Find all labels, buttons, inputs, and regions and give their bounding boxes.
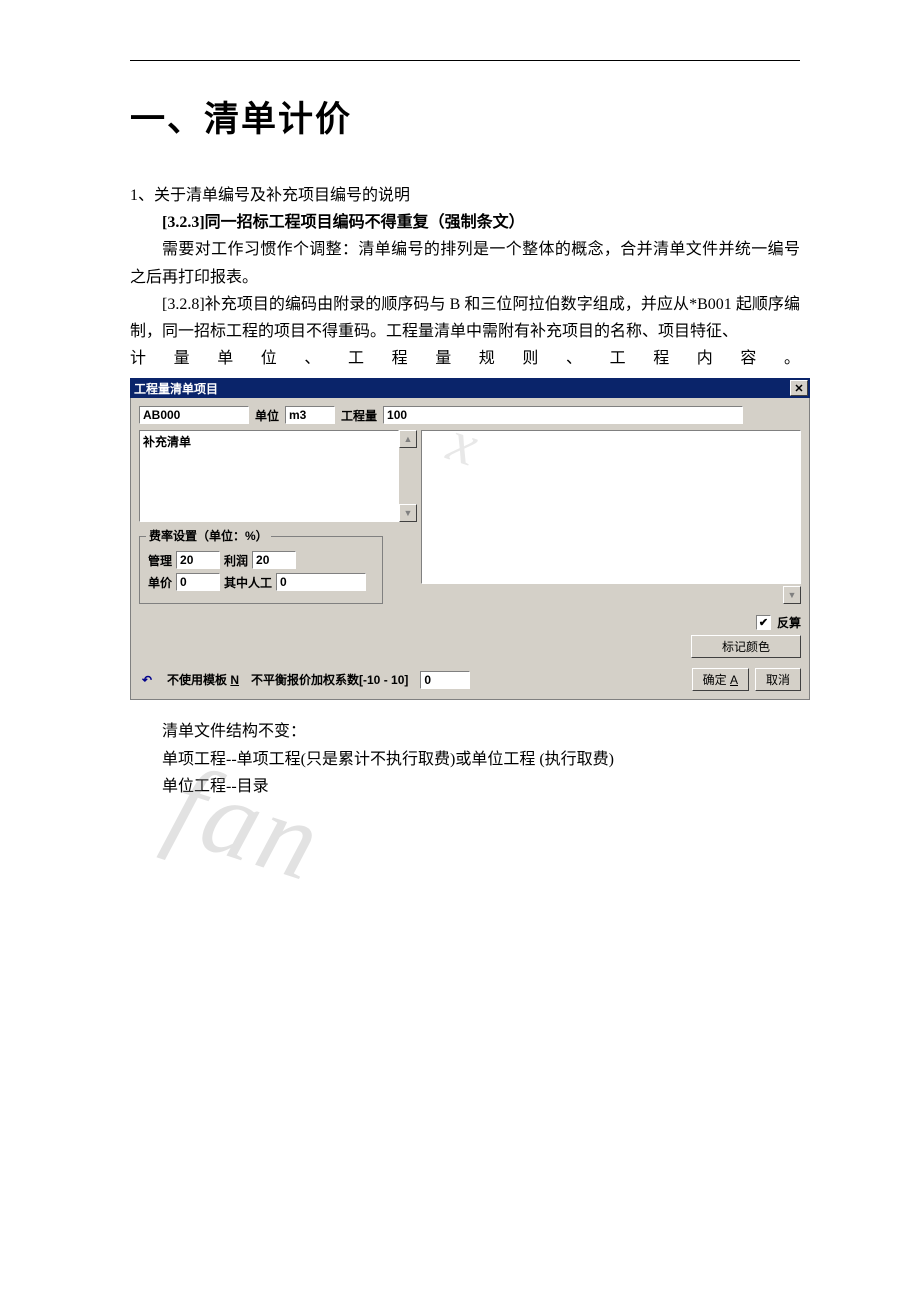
rate-groupbox: 费率设置（单位：%） 管理 20 利润 20 单价 0 其中人工 0 [139, 536, 383, 604]
scroll-down-icon[interactable]: ▼ [399, 504, 417, 522]
document-title: 一、清单计价 [130, 91, 800, 142]
no-template-button[interactable]: 不使用模板 N [167, 671, 239, 688]
bottom-row: ↶ 不使用模板 N 不平衡报价加权系数[-10 - 10] 0 确定 A 取消 [139, 668, 801, 691]
qty-input[interactable]: 100 [383, 406, 743, 424]
dialog-title: 工程量清单项目 [134, 380, 218, 397]
labor-input[interactable]: 0 [276, 573, 366, 591]
coef-label: 不平衡报价加权系数[-10 - 10] [251, 671, 408, 688]
section-number: 1、 [130, 187, 154, 204]
marker-row: 标记颜色 [139, 635, 801, 658]
no-template-hotkey: N [230, 673, 239, 687]
section-text: 关于清单编号及补充项目编号的说明 [154, 187, 410, 204]
unit-label: 单位 [255, 407, 279, 424]
profit-label: 利润 [224, 552, 248, 569]
mgmt-input[interactable]: 20 [176, 551, 220, 569]
ok-text: 确定 [703, 673, 730, 687]
right-scroll-down-icon[interactable]: ▼ [783, 586, 801, 604]
para-2b: 计量单位、工程量规则、工程内容。 [130, 345, 800, 372]
document-page: 一、清单计价 1、关于清单编号及补充项目编号的说明 [3.2.3]同一招标工程项… [0, 0, 920, 1040]
desc-textarea[interactable]: 补充清单 [139, 430, 399, 522]
desc-spin-column: ▲ ▼ [399, 430, 415, 522]
unit-input[interactable]: m3 [285, 406, 335, 424]
top-row: AB000 单位 m3 工程量 100 [139, 406, 801, 424]
ok-hotkey: A [730, 673, 738, 687]
after-1: 清单文件结构不变： [130, 718, 800, 745]
rate-group-title: 费率设置（单位：%） [146, 527, 271, 544]
coef-input[interactable]: 0 [420, 671, 470, 689]
after-2: 单项工程--单项工程(只是累计不执行取费)或单位工程 (执行取费) [130, 746, 800, 773]
para-2a: [3.2.8]补充项目的编码由附录的顺序码与 B 和三位阿拉伯数字组成，并应从*… [130, 291, 800, 345]
page-top-rule [130, 60, 800, 61]
marker-color-button[interactable]: 标记颜色 [691, 635, 801, 658]
reverse-label: 反算 [777, 614, 801, 631]
price-label: 单价 [148, 574, 172, 591]
dialog-body: AB000 单位 m3 工程量 100 补充清单 ▲ ▼ 费率设 [130, 398, 810, 700]
profit-input[interactable]: 20 [252, 551, 296, 569]
close-icon[interactable]: ✕ [790, 380, 808, 396]
dialog-titlebar[interactable]: 工程量清单项目 ✕ [130, 378, 810, 398]
scroll-up-icon[interactable]: ▲ [399, 430, 417, 448]
watermark-area: fan [130, 800, 800, 980]
code-input[interactable]: AB000 [139, 406, 249, 424]
reverse-checkbox[interactable]: ✔ [756, 615, 771, 630]
rule-323: [3.2.3]同一招标工程项目编码不得重复（强制条文） [130, 209, 800, 236]
no-template-text: 不使用模板 [167, 673, 230, 687]
labor-label: 其中人工 [224, 574, 272, 591]
right-textarea[interactable] [421, 430, 801, 584]
mgmt-label: 管理 [148, 552, 172, 569]
section-1-heading: 1、关于清单编号及补充项目编号的说明 [130, 182, 800, 209]
reverse-row: ✔ 反算 [139, 614, 801, 631]
mid-row: 补充清单 ▲ ▼ 费率设置（单位：%） 管理 20 利润 20 [139, 430, 801, 604]
ok-button[interactable]: 确定 A [692, 668, 749, 691]
undo-icon[interactable]: ↶ [139, 673, 155, 687]
para-1: 需要对工作习惯作个调整：清单编号的排列是一个整体的概念，合并清单文件并统一编号之… [130, 236, 800, 290]
bill-item-dialog: 工程量清单项目 ✕ AB000 单位 m3 工程量 100 补充清单 ▲ ▼ [130, 378, 810, 700]
after-3: 单位工程--目录 [130, 773, 800, 800]
cancel-button[interactable]: 取消 [755, 668, 801, 691]
price-input[interactable]: 0 [176, 573, 220, 591]
qty-label: 工程量 [341, 407, 377, 424]
